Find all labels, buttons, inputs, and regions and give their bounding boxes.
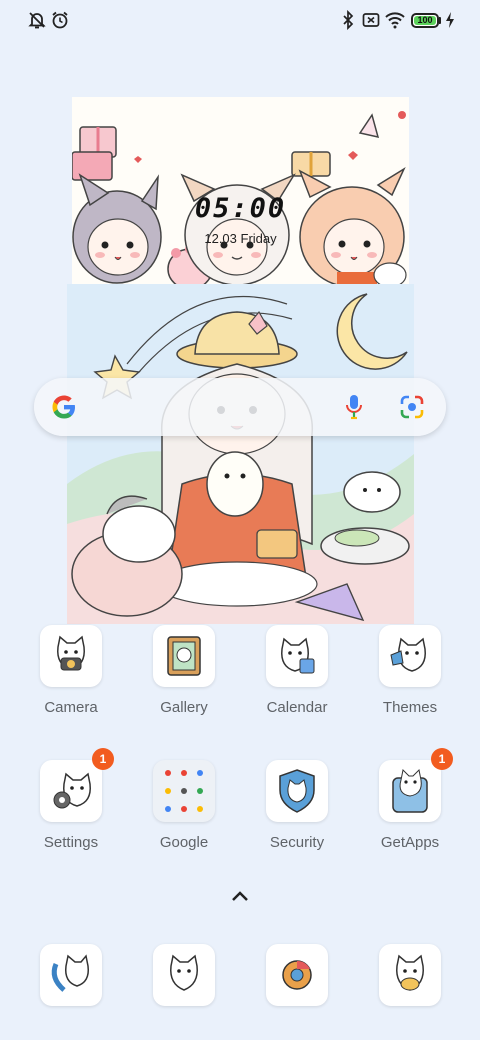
lens-icon[interactable] bbox=[399, 394, 425, 420]
app-label: Gallery bbox=[160, 699, 208, 716]
app-google-folder[interactable]: Google bbox=[134, 760, 234, 851]
camera-icon[interactable] bbox=[40, 625, 102, 687]
security-icon[interactable] bbox=[266, 760, 328, 822]
clock-date: 12.03 Friday bbox=[204, 231, 277, 246]
dock-phone[interactable] bbox=[21, 944, 121, 1006]
app-label: GetApps bbox=[380, 834, 440, 851]
contacts-icon[interactable] bbox=[379, 944, 441, 1006]
app-security[interactable]: Security bbox=[247, 760, 347, 851]
chrome-icon[interactable] bbox=[266, 944, 328, 1006]
app-camera[interactable]: Camera bbox=[21, 625, 121, 716]
phone-icon[interactable] bbox=[40, 944, 102, 1006]
messages-icon[interactable] bbox=[153, 944, 215, 1006]
app-label: Google bbox=[159, 834, 209, 851]
battery-percent: 100 bbox=[417, 15, 433, 25]
app-calendar[interactable]: Calendar bbox=[247, 625, 347, 716]
charging-bolt-icon bbox=[446, 12, 454, 28]
status-bar: 100 bbox=[0, 0, 480, 44]
settings-icon[interactable]: 1 bbox=[40, 748, 114, 822]
google-search-bar[interactable] bbox=[34, 378, 446, 436]
chevron-up-icon[interactable] bbox=[228, 886, 252, 906]
notification-badge: 1 bbox=[92, 748, 114, 770]
themes-icon[interactable] bbox=[379, 625, 441, 687]
app-label: Themes bbox=[382, 699, 438, 716]
app-label: Security bbox=[269, 834, 325, 851]
dock-messages[interactable] bbox=[134, 944, 234, 1006]
getapps-icon[interactable]: 1 bbox=[379, 748, 453, 822]
battery-tip bbox=[439, 17, 441, 24]
cat-girls-illustration bbox=[72, 111, 407, 285]
bluetooth-icon bbox=[343, 10, 354, 30]
mute-bell-icon bbox=[28, 12, 46, 29]
dock-contacts[interactable] bbox=[360, 944, 460, 1006]
cat-girl-illustration bbox=[67, 284, 414, 624]
battery-icon: 100 bbox=[411, 13, 439, 28]
notification-badge: 1 bbox=[431, 748, 453, 770]
no-sim-icon bbox=[362, 13, 380, 27]
calendar-icon[interactable] bbox=[266, 625, 328, 687]
app-settings[interactable]: 1 Settings bbox=[21, 748, 121, 851]
app-label: Camera bbox=[44, 699, 98, 716]
mic-icon[interactable] bbox=[344, 393, 364, 421]
app-themes[interactable]: Themes bbox=[360, 625, 460, 716]
app-gallery[interactable]: Gallery bbox=[134, 625, 234, 716]
dock-chrome[interactable] bbox=[247, 944, 347, 1006]
wifi-icon bbox=[385, 12, 405, 29]
google-logo-icon bbox=[52, 395, 75, 419]
gallery-icon[interactable] bbox=[153, 625, 215, 687]
clock-time: 05:00 bbox=[194, 193, 287, 224]
app-label: Settings bbox=[43, 834, 99, 851]
wallpaper-widget[interactable] bbox=[67, 284, 414, 624]
alarm-icon bbox=[52, 11, 68, 29]
google-folder-icon[interactable] bbox=[153, 760, 215, 822]
app-getapps[interactable]: 1 GetApps bbox=[360, 748, 460, 851]
clock-widget[interactable]: 05:00 12.03 Friday bbox=[72, 97, 409, 285]
app-label: Calendar bbox=[266, 699, 328, 716]
